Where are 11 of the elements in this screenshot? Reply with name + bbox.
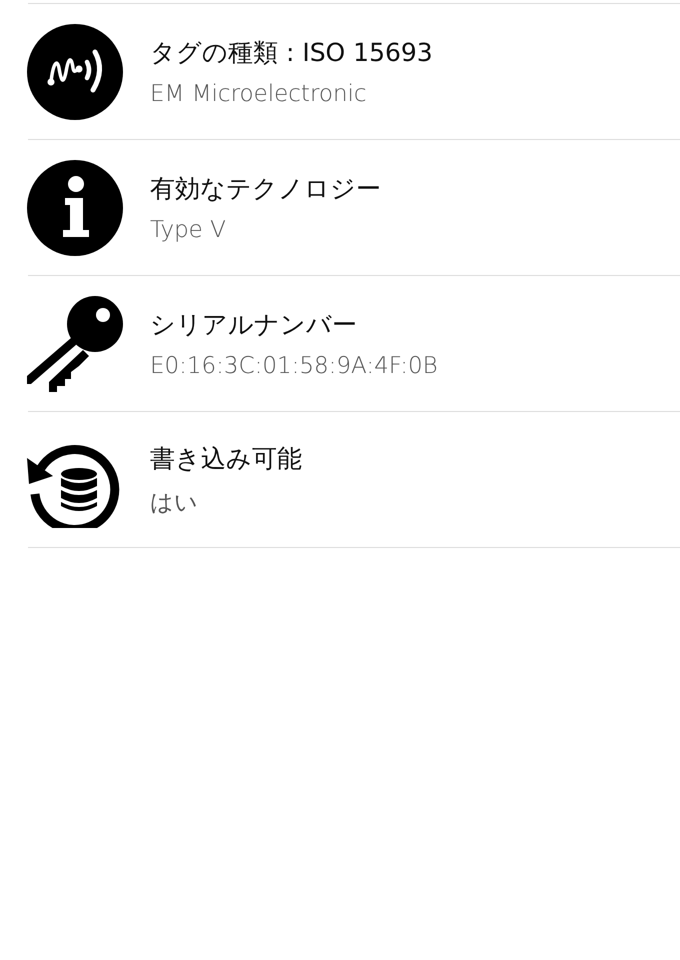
- info-icon: [27, 160, 123, 256]
- row-title: シリアルナンバー: [150, 309, 358, 341]
- nfc-signal-icon: [27, 24, 123, 120]
- row-value: Type V: [150, 217, 227, 243]
- key-icon: [27, 296, 123, 392]
- row-title: タグの種類 : ISO 15693: [150, 37, 433, 69]
- row-title: 有効なテクノロジー: [150, 173, 381, 205]
- row-value: EM Microelectronic: [150, 81, 368, 107]
- row-value: はい: [150, 488, 199, 518]
- row-title: 書き込み可能: [150, 442, 302, 474]
- row-value: E0:16:3C:01:58:9A:4F:0B: [150, 353, 438, 379]
